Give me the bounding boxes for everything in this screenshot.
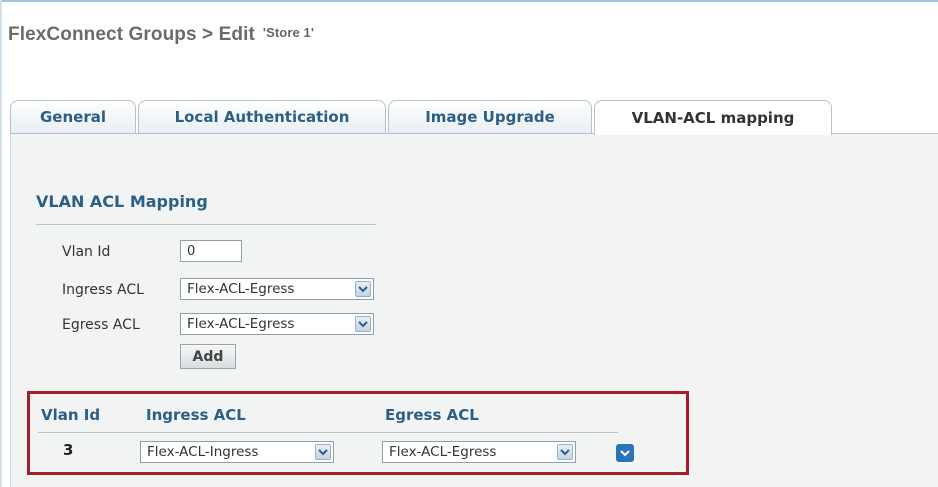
column-header-egress-acl: Egress ACL bbox=[385, 406, 479, 424]
egress-acl-select[interactable]: Flex-ACL-Egress bbox=[180, 313, 374, 335]
row-menu-icon[interactable] bbox=[616, 444, 634, 462]
chevron-down-icon bbox=[355, 316, 371, 332]
ingress-acl-selected: Flex-ACL-Egress bbox=[187, 281, 295, 297]
row-vlan-id: 3 bbox=[63, 441, 74, 459]
chevron-down-icon bbox=[557, 444, 573, 460]
row-ingress-acl-selected: Flex-ACL-Ingress bbox=[147, 444, 259, 460]
chevron-down-icon bbox=[355, 281, 371, 297]
tab-label: Local Authentication bbox=[174, 108, 350, 126]
ingress-acl-label: Ingress ACL bbox=[62, 282, 144, 298]
tab-bar: General Local Authentication Image Upgra… bbox=[10, 100, 938, 135]
row-egress-acl-select[interactable]: Flex-ACL-Egress bbox=[382, 441, 576, 463]
tab-label: General bbox=[40, 108, 106, 126]
tab-local-authentication[interactable]: Local Authentication bbox=[138, 100, 386, 133]
tab-image-upgrade[interactable]: Image Upgrade bbox=[388, 100, 592, 133]
page-title-text: FlexConnect Groups > Edit bbox=[8, 24, 255, 45]
column-header-vlan-id: Vlan Id bbox=[41, 406, 101, 424]
ingress-acl-select[interactable]: Flex-ACL-Egress bbox=[180, 278, 374, 300]
tab-general[interactable]: General bbox=[10, 100, 136, 133]
egress-acl-label: Egress ACL bbox=[62, 317, 140, 333]
column-header-ingress-acl: Ingress ACL bbox=[146, 406, 246, 424]
add-button[interactable]: Add bbox=[180, 344, 236, 369]
window-top-border bbox=[0, 0, 938, 2]
row-egress-acl-selected: Flex-ACL-Egress bbox=[389, 444, 497, 460]
tab-label: Image Upgrade bbox=[425, 108, 555, 126]
tab-vlan-acl-mapping[interactable]: VLAN-ACL mapping bbox=[594, 100, 832, 135]
highlight-box bbox=[27, 391, 689, 475]
chevron-down-icon bbox=[315, 444, 331, 460]
egress-acl-selected: Flex-ACL-Egress bbox=[187, 316, 295, 332]
tab-label: VLAN-ACL mapping bbox=[631, 109, 795, 127]
vlan-id-label: Vlan Id bbox=[62, 244, 111, 260]
section-title: VLAN ACL Mapping bbox=[36, 192, 208, 211]
page-title: FlexConnect Groups > Edit 'Store 1' bbox=[8, 24, 314, 46]
row-ingress-acl-select[interactable]: Flex-ACL-Ingress bbox=[140, 441, 334, 463]
section-divider bbox=[36, 224, 376, 225]
window-left-border bbox=[0, 0, 2, 487]
vlan-id-input[interactable] bbox=[180, 240, 242, 262]
table-header-divider bbox=[38, 432, 618, 433]
group-name: 'Store 1' bbox=[262, 25, 315, 40]
